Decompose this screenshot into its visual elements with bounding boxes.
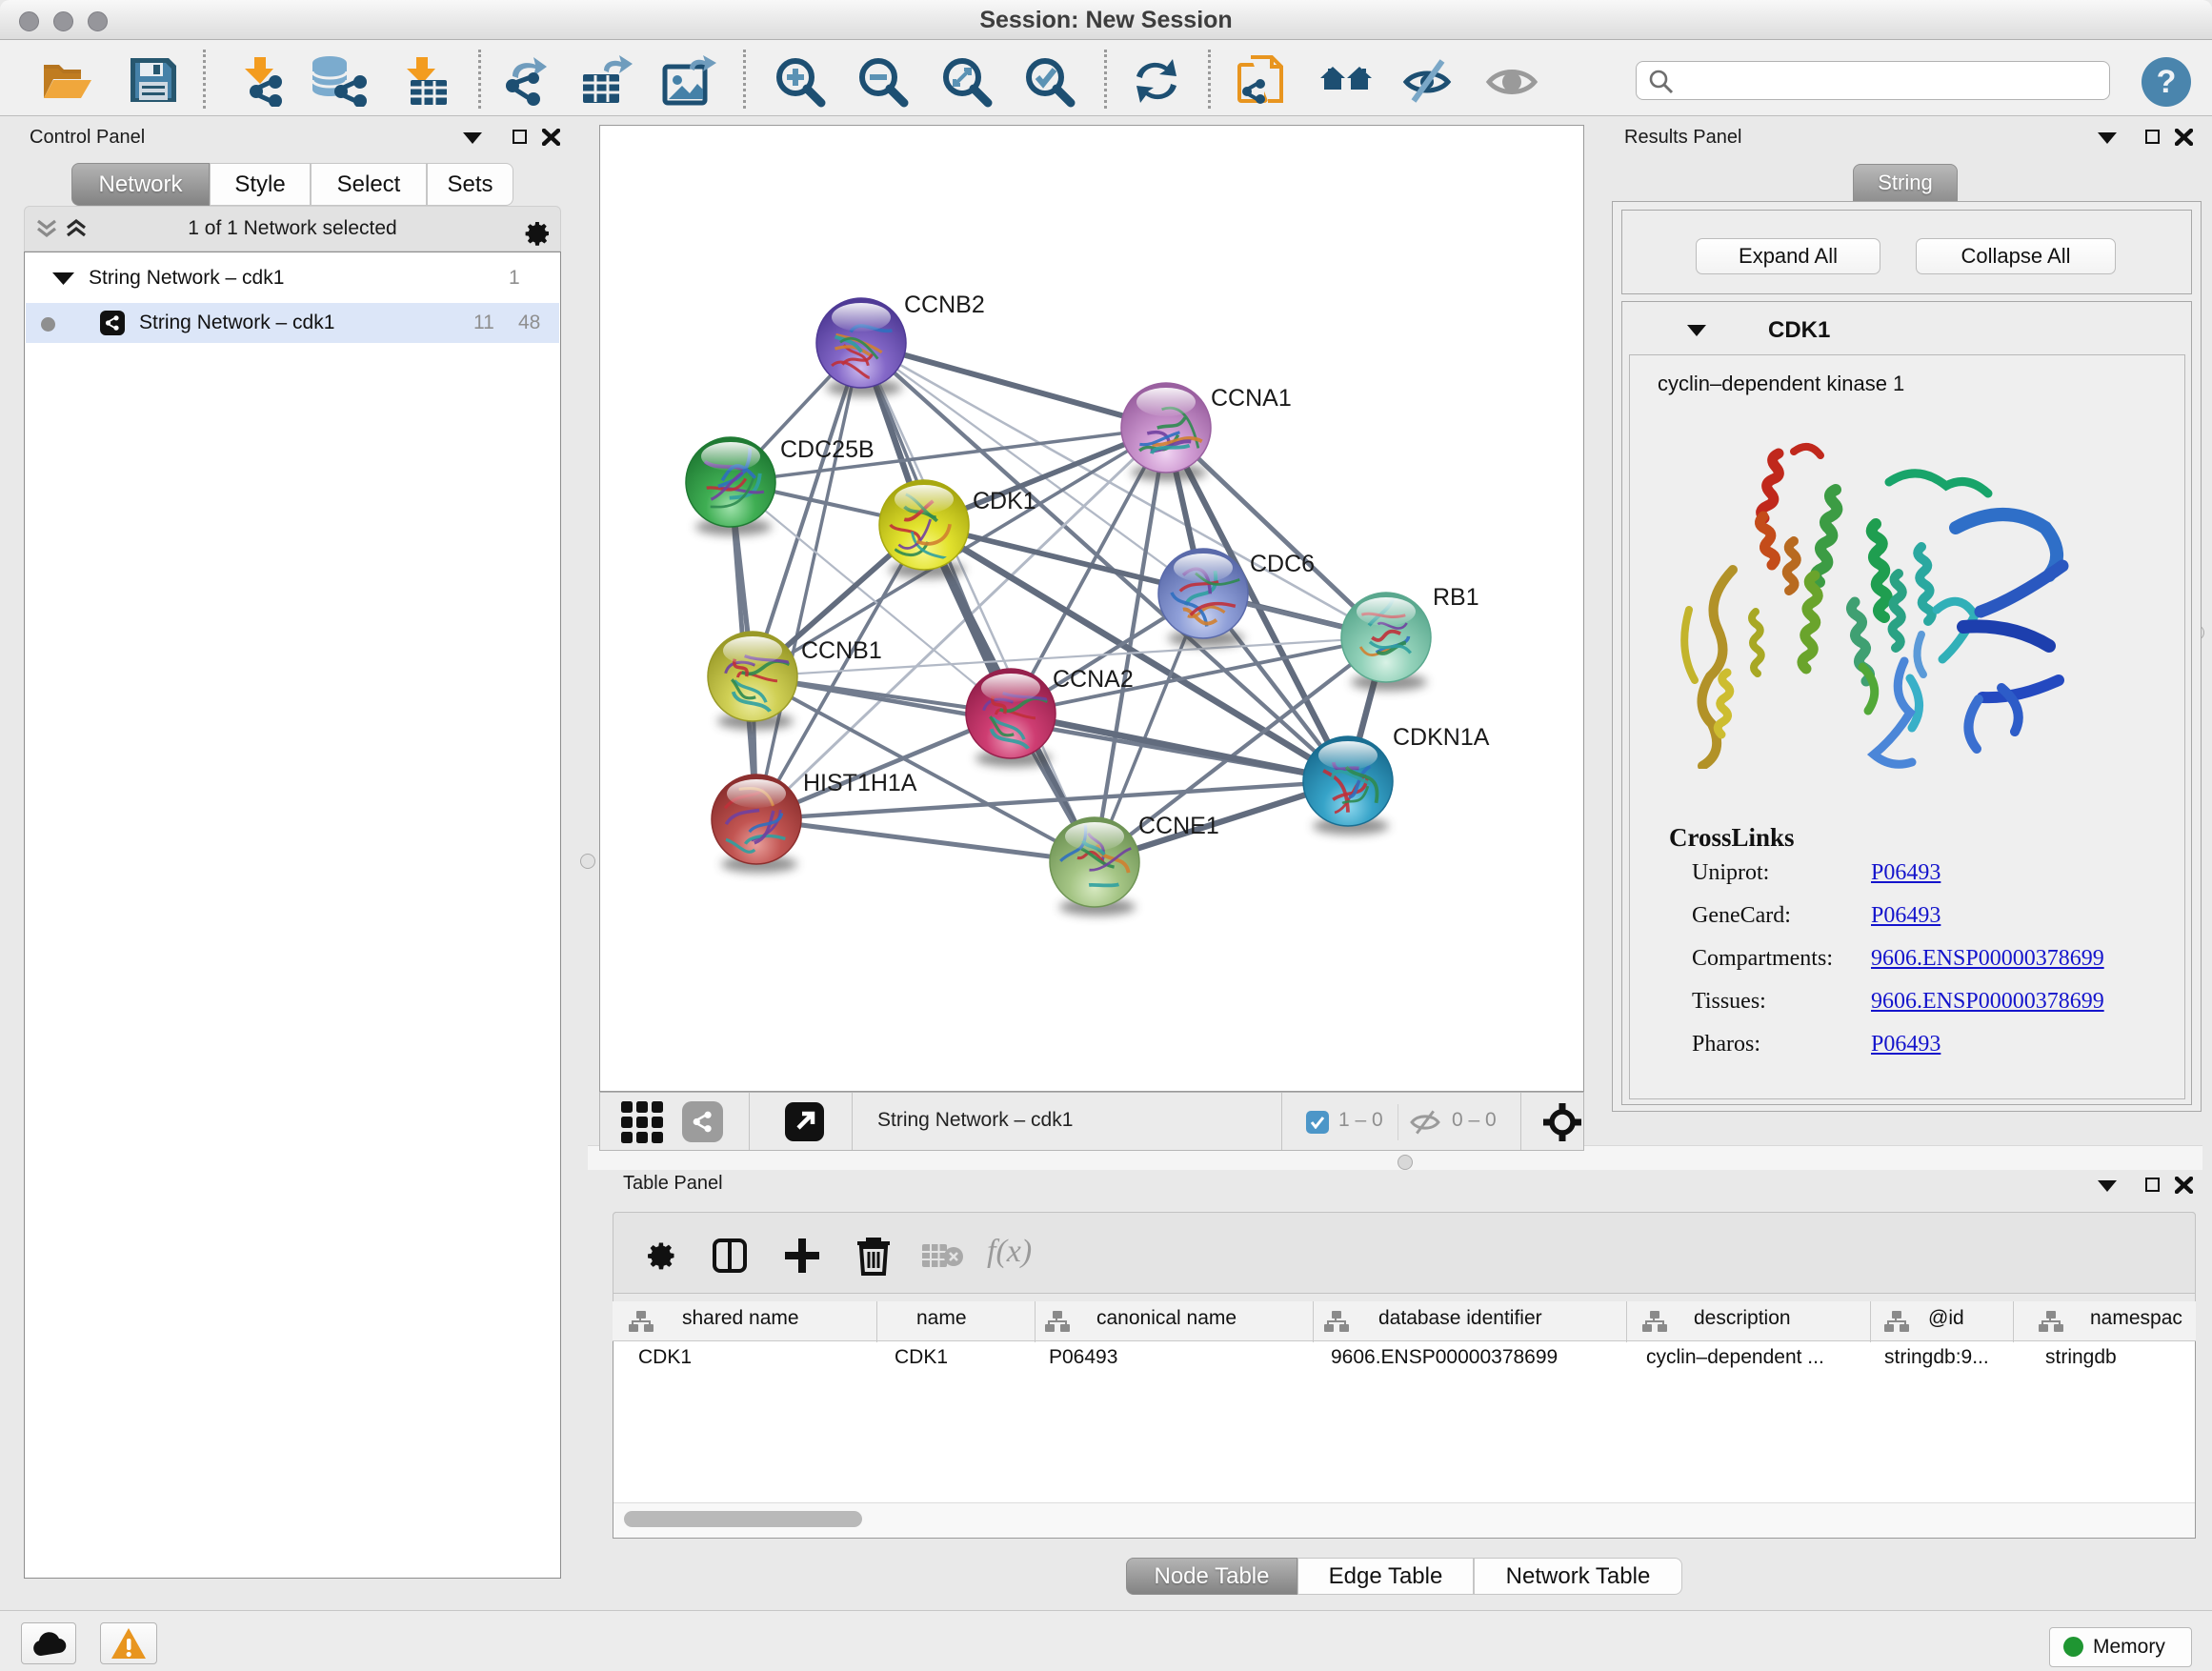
svg-text:CDK1: CDK1	[973, 488, 1036, 514]
svg-text:CDKN1A: CDKN1A	[1393, 724, 1490, 751]
svg-text:CCNA2: CCNA2	[1053, 666, 1134, 693]
svg-text:CCNE1: CCNE1	[1138, 813, 1219, 839]
svg-text:CCNB1: CCNB1	[801, 637, 882, 664]
svg-text:HIST1H1A: HIST1H1A	[803, 770, 917, 796]
svg-text:RB1: RB1	[1433, 584, 1479, 611]
svg-text:CDC6: CDC6	[1250, 551, 1315, 577]
svg-text:CCNB2: CCNB2	[904, 292, 985, 318]
svg-text:CCNA1: CCNA1	[1211, 385, 1292, 412]
svg-text:CDC25B: CDC25B	[780, 436, 875, 463]
